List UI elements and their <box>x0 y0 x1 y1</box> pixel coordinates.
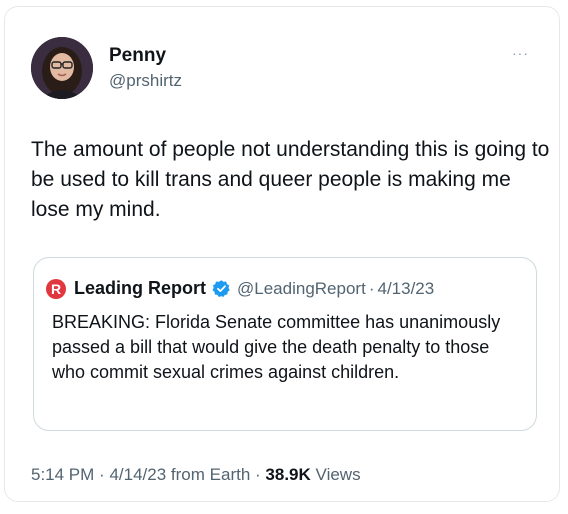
verified-badge-icon <box>212 279 231 298</box>
avatar[interactable] <box>31 37 93 99</box>
quoted-tweet[interactable]: R Leading Report @LeadingReport · 4/13/2… <box>33 257 537 431</box>
tweet-source: from Earth <box>170 465 251 484</box>
tweet-card: Penny @prshirtz ··· The amount of people… <box>4 6 560 502</box>
more-options-icon[interactable]: ··· <box>512 45 529 61</box>
view-count[interactable]: 38.9K <box>265 465 310 484</box>
author-name[interactable]: Penny <box>109 45 166 67</box>
separator-dot: · <box>368 278 375 298</box>
quoted-author-handle[interactable]: @LeadingReport <box>237 279 366 299</box>
quoted-tweet-text: BREAKING: Florida Senate committee has u… <box>52 312 501 382</box>
tweet-time[interactable]: 5:14 PM <box>31 465 94 484</box>
tweet-text: The amount of people not understanding t… <box>31 138 550 221</box>
separator-dot: · <box>255 465 261 484</box>
author-handle[interactable]: @prshirtz <box>109 71 182 91</box>
quoted-tweet-date[interactable]: 4/13/23 <box>377 279 434 299</box>
tweet-metadata: 5:14 PM · 4/14/23 from Earth · 38.9K Vie… <box>31 465 361 485</box>
quoted-author-name[interactable]: Leading Report <box>74 278 206 299</box>
leading-report-logo: R <box>46 278 66 299</box>
avatar-image <box>31 37 93 99</box>
separator-dot: · <box>99 465 105 484</box>
quoted-tweet-header: R Leading Report @LeadingReport · 4/13/2… <box>46 278 434 299</box>
tweet-date[interactable]: 4/14/23 <box>109 465 166 484</box>
views-label: Views <box>315 465 361 484</box>
